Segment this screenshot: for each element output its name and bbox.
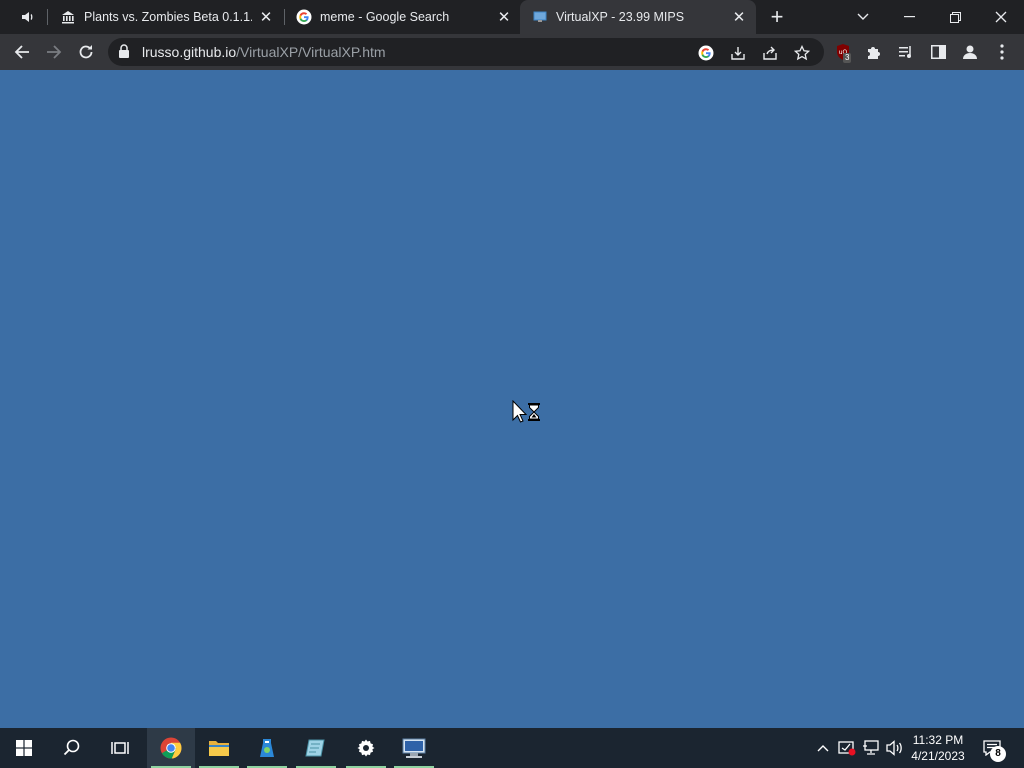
app-icon[interactable] xyxy=(243,728,291,768)
browser-menu-icon[interactable] xyxy=(992,42,1012,62)
restore-button[interactable] xyxy=(932,0,978,34)
tab-search-icon[interactable] xyxy=(840,0,886,34)
file-explorer-icon[interactable] xyxy=(195,728,243,768)
busy-cursor-icon xyxy=(512,399,542,424)
new-tab-button[interactable]: + xyxy=(765,4,789,29)
close-window-button[interactable] xyxy=(978,0,1024,34)
tab-plants-vs-zombies[interactable]: Plants vs. Zombies Beta 0.1.1.101 ✕ xyxy=(48,0,284,34)
show-hidden-icons-icon[interactable] xyxy=(813,738,833,758)
tab-title: VirtualXP - 23.99 MIPS xyxy=(556,10,685,24)
extension-badge: 3 xyxy=(843,53,852,63)
side-panel-icon[interactable] xyxy=(928,42,948,62)
url-text[interactable]: lrusso.github.io/VirtualXP/VirtualXP.htm xyxy=(142,44,386,60)
notification-count-badge: 8 xyxy=(990,746,1006,762)
tab-google-search[interactable]: meme - Google Search ✕ xyxy=(284,0,520,34)
close-tab-icon[interactable]: ✕ xyxy=(258,9,274,26)
museum-icon xyxy=(60,9,76,25)
lock-icon[interactable] xyxy=(118,44,132,60)
close-tab-icon[interactable]: ✕ xyxy=(496,9,512,26)
virtualxp-desktop[interactable] xyxy=(0,70,1024,728)
start-button[interactable] xyxy=(0,728,48,768)
windows-taskbar: 11:32 PM 4/21/2023 8 xyxy=(0,728,1024,768)
tab-strip: Plants vs. Zombies Beta 0.1.1.101 ✕ meme… xyxy=(0,0,1024,34)
tab-virtualxp[interactable]: VirtualXP - 23.99 MIPS ✕ xyxy=(520,0,756,34)
security-alert-icon[interactable] xyxy=(837,738,857,758)
volume-icon[interactable] xyxy=(885,738,905,758)
url-host: lrusso.github.io xyxy=(142,44,237,60)
back-button[interactable] xyxy=(9,39,35,65)
google-icon xyxy=(296,9,312,25)
url-path: /VirtualXP/VirtualXP.htm xyxy=(236,44,386,60)
clock-date: 4/21/2023 xyxy=(911,749,965,763)
chrome-icon[interactable] xyxy=(147,728,195,768)
tab-title: Plants vs. Zombies Beta 0.1.1.101 xyxy=(84,10,252,24)
forward-button[interactable] xyxy=(41,39,67,65)
extensions-puzzle-icon[interactable] xyxy=(864,42,884,62)
search-icon[interactable] xyxy=(48,728,96,768)
address-bar[interactable]: lrusso.github.io/VirtualXP/VirtualXP.htm xyxy=(108,38,824,66)
browser-toolbar: lrusso.github.io/VirtualXP/VirtualXP.htm… xyxy=(0,34,1024,70)
tab-audio-icon[interactable] xyxy=(14,7,42,27)
reload-button[interactable] xyxy=(73,39,99,65)
ublock-icon[interactable]: uO 3 xyxy=(833,42,853,63)
minimize-button[interactable] xyxy=(886,0,932,34)
task-view-icon[interactable] xyxy=(96,728,144,768)
google-lens-icon[interactable] xyxy=(697,44,715,62)
clock-time: 11:32 PM xyxy=(912,733,964,747)
profile-avatar-icon[interactable] xyxy=(960,42,980,62)
media-controls-icon[interactable] xyxy=(896,42,916,62)
bookmark-star-icon[interactable] xyxy=(793,44,811,62)
monitor-icon xyxy=(532,9,548,25)
notes-icon[interactable] xyxy=(292,728,340,768)
close-tab-icon[interactable]: ✕ xyxy=(731,9,747,26)
taskbar-clock[interactable]: 11:32 PM 4/21/2023 xyxy=(906,732,970,764)
virtual-machine-icon[interactable] xyxy=(390,728,438,768)
network-icon[interactable] xyxy=(861,738,881,758)
settings-icon[interactable] xyxy=(342,728,390,768)
tab-title: meme - Google Search xyxy=(320,10,450,24)
install-app-icon[interactable] xyxy=(729,44,747,62)
share-icon[interactable] xyxy=(761,44,779,62)
